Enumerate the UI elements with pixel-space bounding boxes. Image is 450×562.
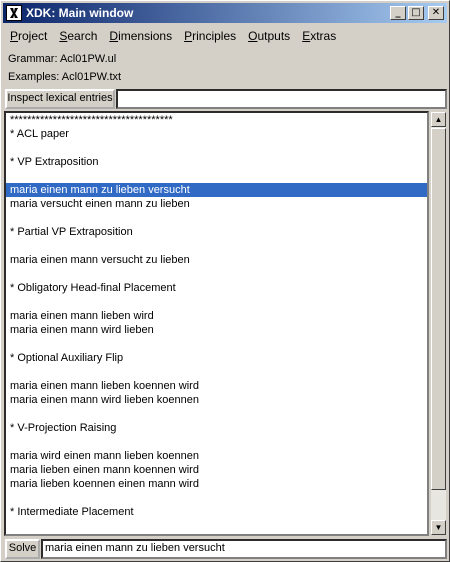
- list-item[interactable]: [6, 211, 427, 225]
- titlebar[interactable]: XDK: Main window _ □ ✕: [3, 3, 447, 23]
- list-item[interactable]: [6, 365, 427, 379]
- list-item[interactable]: [6, 491, 427, 505]
- inspect-input[interactable]: [116, 89, 447, 109]
- list-item[interactable]: [6, 141, 427, 155]
- scroll-thumb[interactable]: [431, 128, 446, 490]
- list-item[interactable]: [6, 267, 427, 281]
- close-button[interactable]: ✕: [428, 6, 444, 20]
- list-item[interactable]: maria einen mann lieben wird: [6, 309, 427, 323]
- list-item[interactable]: maria einen mann lieben koennen wird: [6, 379, 427, 393]
- minimize-button[interactable]: _: [390, 6, 406, 20]
- list-item[interactable]: maria wird einen mann lieben koennen: [6, 449, 427, 463]
- list-item[interactable]: * VP Extraposition: [6, 155, 427, 169]
- window-title: XDK: Main window: [26, 6, 134, 20]
- list-item[interactable]: maria lieben einen mann koennen wird: [6, 463, 427, 477]
- list-item[interactable]: **************************************: [6, 113, 427, 127]
- menu-project[interactable]: Project: [5, 29, 52, 43]
- menu-extras[interactable]: Extras: [297, 29, 341, 43]
- list-item[interactable]: [6, 295, 427, 309]
- vertical-scrollbar[interactable]: ▲ ▼: [430, 111, 447, 536]
- xdk-app-icon: [6, 5, 22, 21]
- list-item[interactable]: [6, 169, 427, 183]
- list-item[interactable]: * Partial VP Extraposition: [6, 225, 427, 239]
- list-item[interactable]: maria versucht einen mann zu lieben: [6, 197, 427, 211]
- solve-input[interactable]: maria einen mann zu lieben versucht: [41, 539, 447, 559]
- examples-label: Examples: Acl01PW.txt: [8, 71, 122, 83]
- menu-principles[interactable]: Principles: [179, 29, 241, 43]
- list-item[interactable]: maria lieben koennen einen mann wird: [6, 477, 427, 491]
- list-item[interactable]: * Obligatory Head-final Placement: [6, 281, 427, 295]
- list-item[interactable]: [6, 337, 427, 351]
- list-item[interactable]: * Intermediate Placement: [6, 505, 427, 519]
- list-item[interactable]: * ACL paper: [6, 127, 427, 141]
- menu-outputs[interactable]: Outputs: [243, 29, 295, 43]
- maximize-button[interactable]: □: [408, 6, 424, 20]
- list-item[interactable]: * V-Projection Raising: [6, 421, 427, 435]
- grammar-label: Grammar: Acl01PW.ul: [8, 53, 117, 65]
- main-window: XDK: Main window _ □ ✕ Project Search Di…: [0, 0, 450, 562]
- list-item[interactable]: [6, 407, 427, 421]
- scroll-down-arrow-icon[interactable]: ▼: [431, 520, 446, 535]
- list-item[interactable]: [6, 519, 427, 533]
- inspect-lexical-entries-button[interactable]: Inspect lexical entries: [5, 89, 115, 109]
- solve-button[interactable]: Solve: [5, 539, 40, 559]
- list-item[interactable]: * Optional Auxiliary Flip: [6, 351, 427, 365]
- menu-dimensions[interactable]: Dimensions: [104, 29, 177, 43]
- menu-search[interactable]: Search: [54, 29, 102, 43]
- list-item[interactable]: maria einen mann wird lieben koennen: [6, 393, 427, 407]
- list-item[interactable]: maria einen mann versucht zu lieben: [6, 253, 427, 267]
- menubar: Project Search Dimensions Principles Out…: [3, 26, 447, 46]
- scroll-up-arrow-icon[interactable]: ▲: [431, 112, 446, 127]
- list-item[interactable]: maria einen mann zu lieben versucht: [6, 183, 427, 197]
- list-item[interactable]: maria einen mann wird lieben: [6, 323, 427, 337]
- list-item[interactable]: [6, 239, 427, 253]
- list-item[interactable]: [6, 435, 427, 449]
- examples-listbox[interactable]: ************************************** * …: [4, 111, 429, 536]
